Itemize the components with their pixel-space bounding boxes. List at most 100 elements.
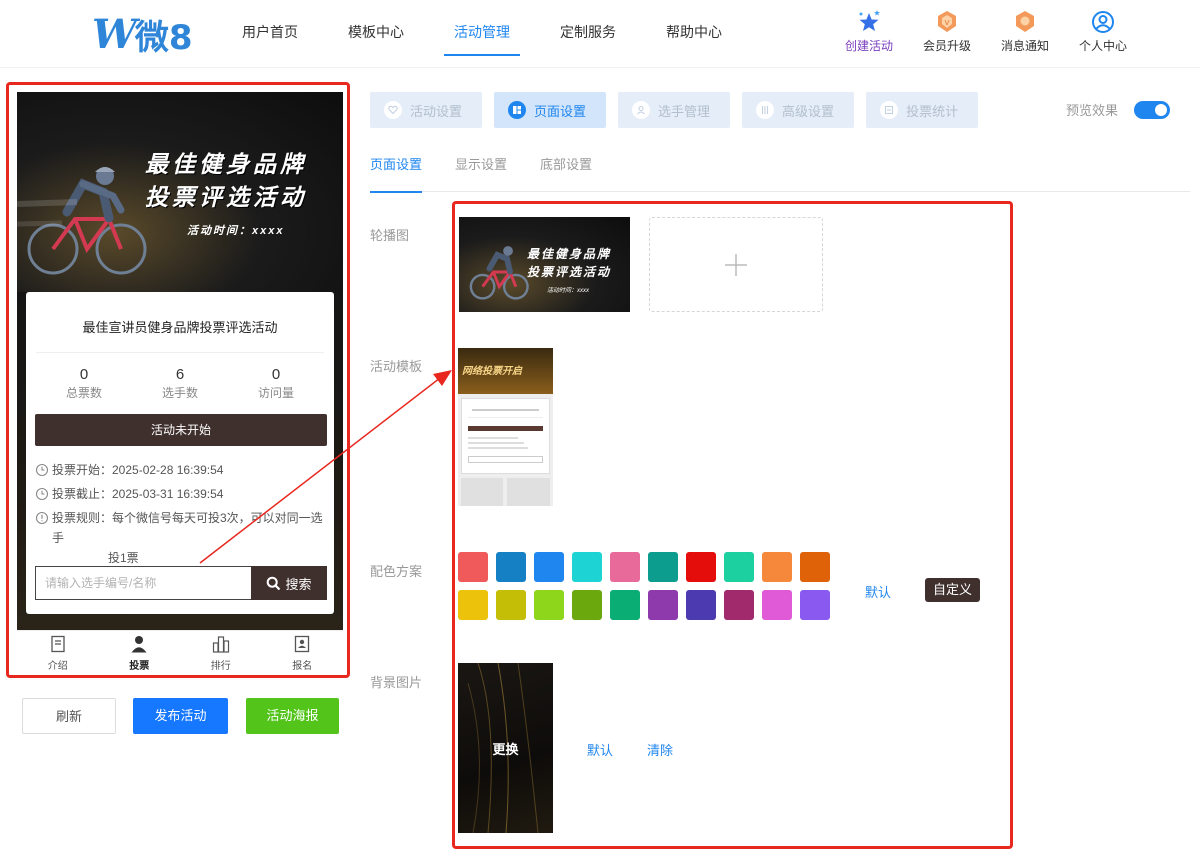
carousel-title-line2: 投票评选活动 <box>527 265 612 279</box>
activity-template-thumbnail[interactable]: 网络投票开启 <box>458 348 553 516</box>
create-activity-button[interactable]: 创建活动 <box>830 10 908 54</box>
vote-start-info: 投票开始：2025-02-28 16:39:54 <box>35 460 223 480</box>
messages-button[interactable]: 消息通知 <box>986 10 1064 54</box>
tab-signup[interactable]: 报名 <box>262 631 344 670</box>
nav-item-help[interactable]: 帮助中心 <box>644 0 744 68</box>
vote-rule-info: 投票规则：每个微信号每天可投3次，可以对同一选手 投1票 <box>35 508 334 568</box>
color-swatch[interactable] <box>458 552 488 582</box>
vote-end-info: 投票截止：2025-03-31 16:39:54 <box>35 484 223 504</box>
nav-item-activity-management[interactable]: 活动管理 <box>432 0 532 68</box>
tab-label: 高级设置 <box>782 103 835 119</box>
subtab-display-settings[interactable]: 显示设置 <box>455 150 507 192</box>
stat-visits: 0 访问量 <box>228 366 324 401</box>
default-color-link[interactable]: 默认 <box>865 582 891 601</box>
user-circle-icon <box>1064 10 1142 34</box>
color-swatch[interactable] <box>724 552 754 582</box>
vip-badge-icon: V <box>908 10 986 34</box>
vip-upgrade-button[interactable]: V 会员升级 <box>908 10 986 54</box>
activity-title: 最佳宣讲员健身品牌投票评选活动 <box>82 320 278 335</box>
header-tools: 创建活动 V 会员升级 消息通知 个人中心 <box>830 10 1142 54</box>
stats-icon <box>880 101 899 119</box>
change-background-button[interactable]: 更换 <box>458 739 553 758</box>
top-header: W 微8 用户首页 模板中心 活动管理 定制服务 帮助中心 创建活动 V 会员升… <box>0 0 1200 68</box>
plus-icon <box>725 253 747 276</box>
color-swatch[interactable] <box>534 590 564 620</box>
subtab-footer-settings[interactable]: 底部设置 <box>540 150 592 192</box>
carousel-image[interactable]: 最佳健身品牌 投票评选活动 活动时间：xxxx <box>459 217 630 312</box>
search-icon <box>267 576 281 590</box>
cyclist-illustration <box>469 246 529 300</box>
color-swatch[interactable] <box>648 590 678 620</box>
color-swatch[interactable] <box>572 552 602 582</box>
tab-contestant-management[interactable]: 选手管理 <box>618 92 731 128</box>
stat-contestants: 6 选手数 <box>132 366 228 401</box>
tab-label: 活动设置 <box>410 103 463 119</box>
color-swatch[interactable] <box>762 590 792 620</box>
activity-stats: 0 总票数 6 选手数 0 访问量 <box>36 366 324 401</box>
tab-label: 介绍 <box>47 661 68 670</box>
color-swatch[interactable] <box>496 590 526 620</box>
color-swatch[interactable] <box>534 552 564 582</box>
color-swatch[interactable] <box>762 552 792 582</box>
search-button[interactable]: 搜索 <box>251 566 327 600</box>
refresh-button[interactable]: 刷新 <box>22 698 116 734</box>
template-label: 活动模板 <box>370 359 423 374</box>
nav-item-home[interactable]: 用户首页 <box>220 0 320 68</box>
nav-item-custom-service[interactable]: 定制服务 <box>538 0 638 68</box>
color-swatches <box>458 552 838 628</box>
activity-status-button[interactable]: 活动未开始 <box>35 414 327 446</box>
signup-icon <box>295 635 310 653</box>
color-swatch[interactable] <box>686 552 716 582</box>
template-card <box>461 398 550 474</box>
cyclist-illustration <box>17 167 147 275</box>
tab-activity-settings[interactable]: 活动设置 <box>370 92 483 128</box>
custom-color-button[interactable]: 自定义 <box>925 578 980 602</box>
color-swatch[interactable] <box>800 552 830 582</box>
carousel-label: 轮播图 <box>370 228 410 243</box>
tab-intro[interactable]: 介绍 <box>17 631 99 670</box>
add-carousel-image-button[interactable] <box>649 217 823 312</box>
color-scheme-label: 配色方案 <box>370 564 423 579</box>
color-swatch[interactable] <box>800 590 830 620</box>
default-background-link[interactable]: 默认 <box>587 740 613 759</box>
color-swatch[interactable] <box>686 590 716 620</box>
user-center-label: 个人中心 <box>1078 39 1127 53</box>
color-swatch[interactable] <box>458 590 488 620</box>
bottom-tabbar: 介绍 投票 排行 报名 <box>17 630 343 670</box>
banner-time: 活动时间：xxxx <box>187 225 285 237</box>
logo[interactable]: W 微8 <box>92 11 193 58</box>
contestant-icon <box>632 101 651 119</box>
nav-item-templates[interactable]: 模板中心 <box>326 0 426 68</box>
background-image-thumbnail[interactable]: 更换 <box>458 663 553 833</box>
color-swatch[interactable] <box>648 552 678 582</box>
phone-preview: 最佳健身品牌 投票评选活动 活动时间：xxxx 最佳宣讲员健身品牌投票评选活动 … <box>17 92 343 670</box>
publish-activity-button[interactable]: 发布活动 <box>133 698 228 734</box>
user-center-button[interactable]: 个人中心 <box>1064 10 1142 54</box>
banner-title-line2: 投票评选活动 <box>145 184 307 210</box>
create-activity-label: 创建活动 <box>844 39 893 53</box>
tab-vote[interactable]: 投票 <box>99 631 181 670</box>
clock-icon <box>35 463 49 477</box>
color-swatch[interactable] <box>610 590 640 620</box>
activity-poster-button[interactable]: 活动海报 <box>246 698 339 734</box>
tab-advanced-settings[interactable]: 高级设置 <box>742 92 855 128</box>
tab-ranking[interactable]: 排行 <box>180 631 262 670</box>
tab-vote-statistics[interactable]: 投票统计 <box>866 92 979 128</box>
vote-rule-text-cont: 投1票 <box>107 551 139 565</box>
color-swatch[interactable] <box>572 590 602 620</box>
search-input[interactable] <box>35 566 251 600</box>
page-settings-subtabs: 页面设置 显示设置 底部设置 <box>370 150 1190 193</box>
tab-page-settings[interactable]: 页面设置 <box>494 92 607 128</box>
contestant-search: 搜索 <box>35 566 327 600</box>
vote-end-text: 投票截止：2025-03-31 16:39:54 <box>52 487 224 501</box>
clear-background-link[interactable]: 清除 <box>647 740 673 759</box>
template-title: 网络投票开启 <box>462 366 522 377</box>
divider <box>36 352 324 353</box>
person-icon <box>131 636 147 653</box>
color-swatch[interactable] <box>610 552 640 582</box>
preview-toggle[interactable] <box>1134 100 1170 119</box>
subtab-page-settings[interactable]: 页面设置 <box>370 150 423 193</box>
color-swatch[interactable] <box>724 590 754 620</box>
stat-total-votes: 0 总票数 <box>36 366 132 401</box>
color-swatch[interactable] <box>496 552 526 582</box>
